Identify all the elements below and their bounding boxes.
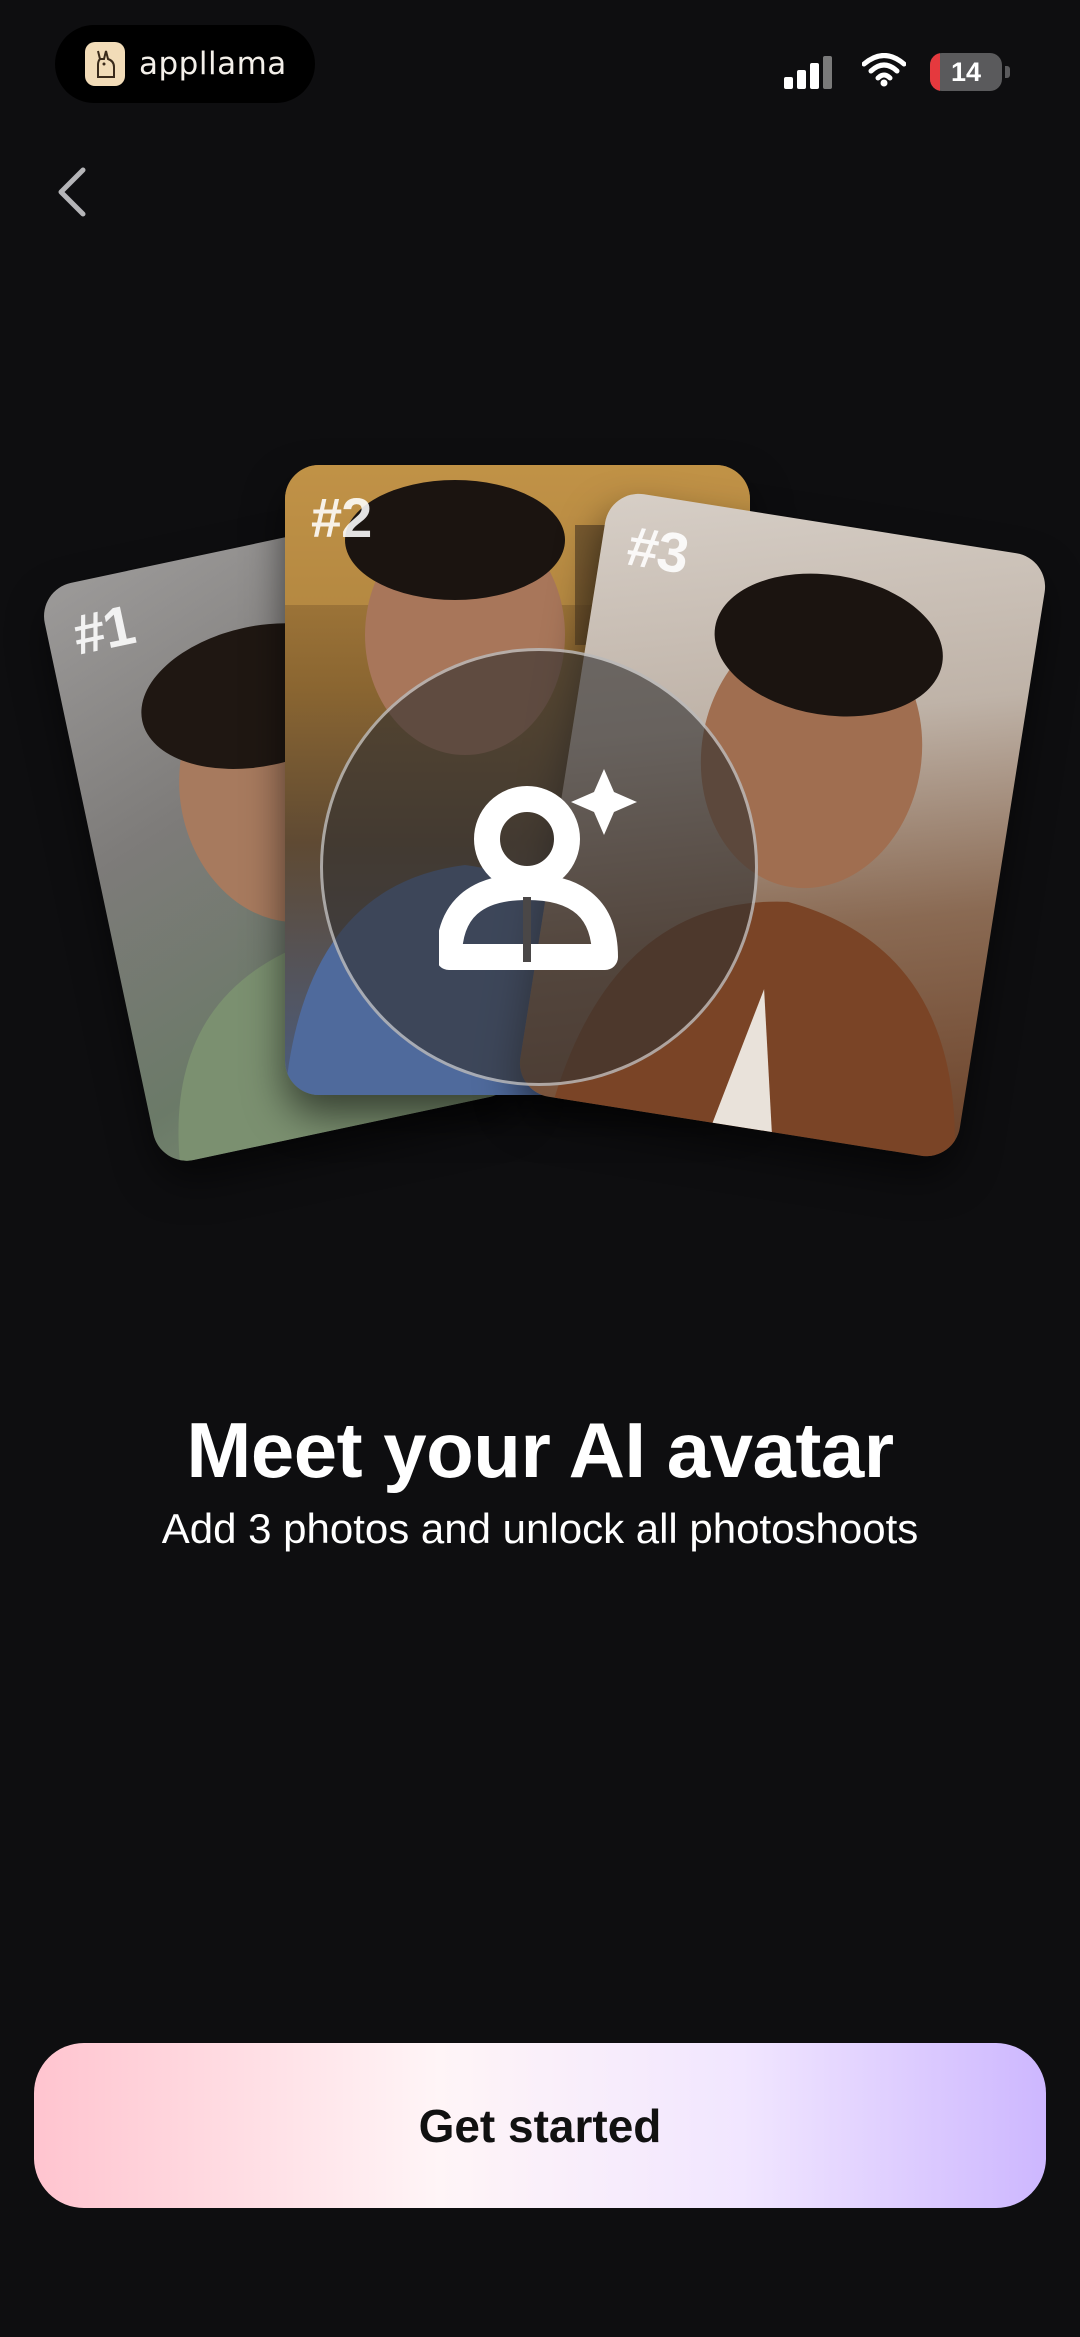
ai-avatar-badge [320,648,758,1086]
card-number-label: #3 [622,513,693,586]
page-title: Meet your AI avatar [186,1406,894,1494]
card-number-label: #1 [67,592,140,667]
card-number-label: #2 [311,486,372,549]
ai-avatar-sparkle-icon [439,769,637,970]
page-subtitle: Add 3 photos and unlock all photoshoots [161,1505,919,1552]
get-started-button[interactable]: Get started [34,2043,1046,2208]
sample-photos-stack: #1 #2 #3 [0,0,1080,1200]
